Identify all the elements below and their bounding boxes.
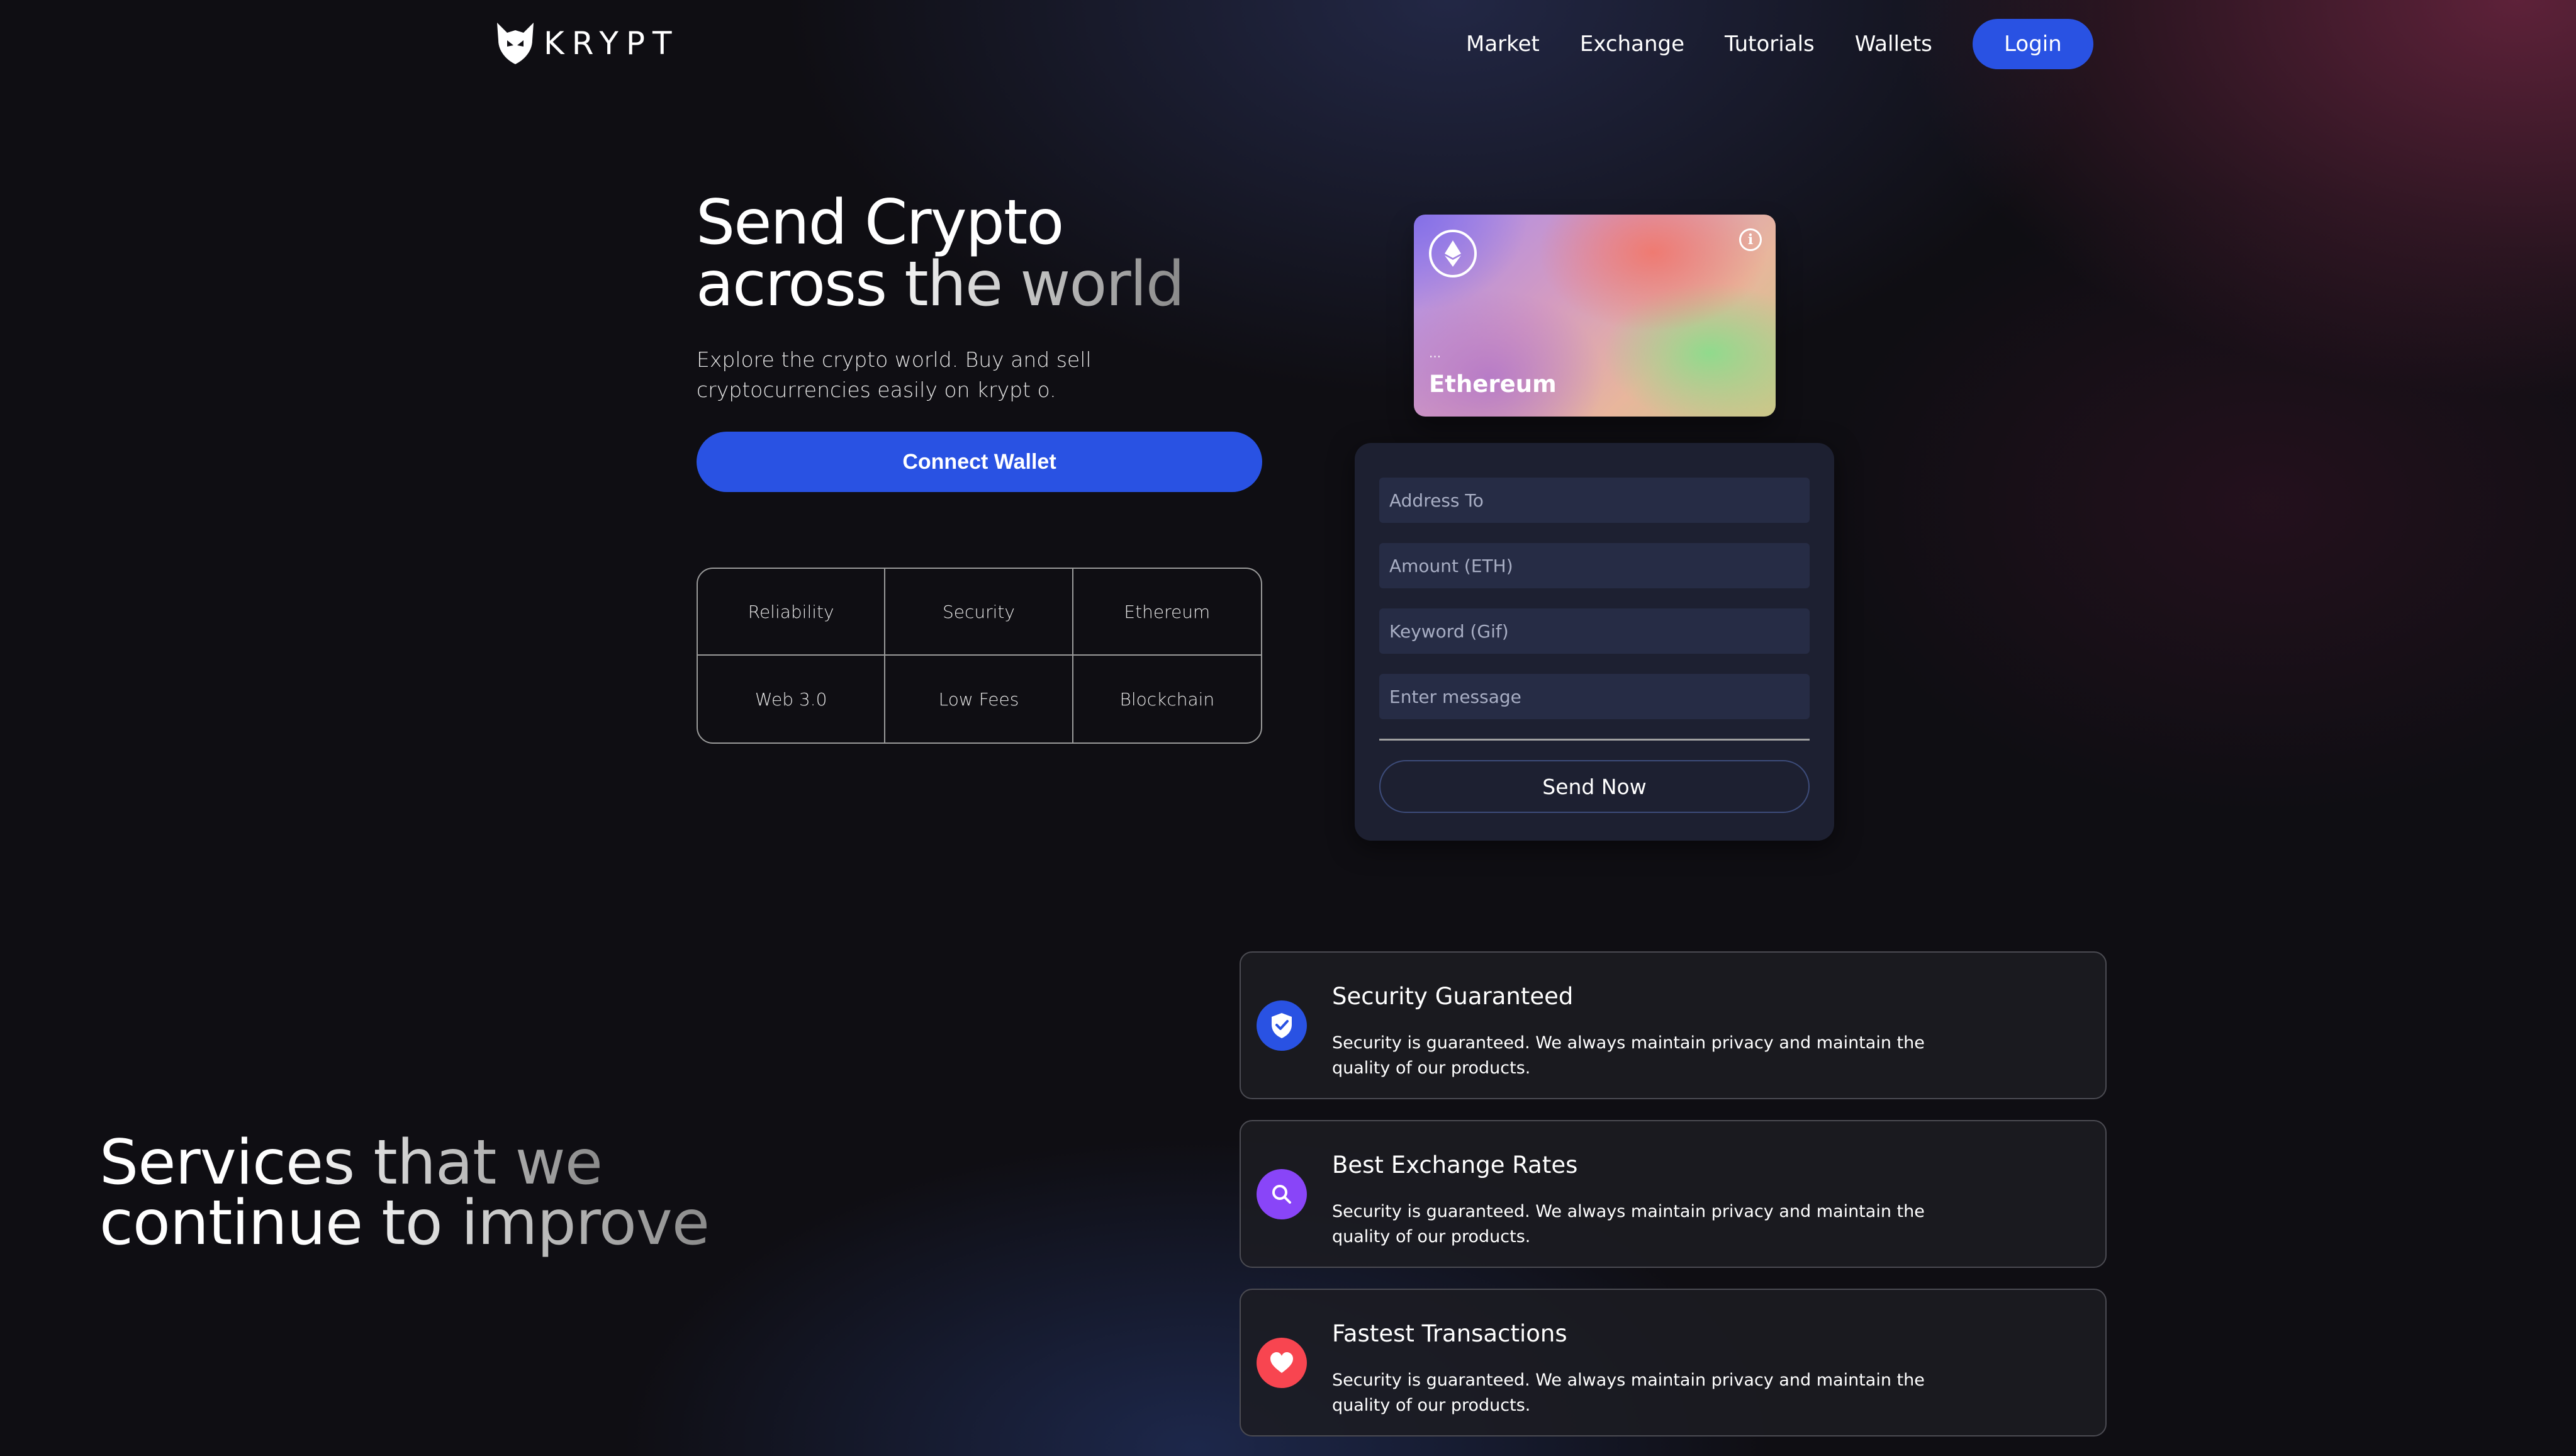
nav-link-exchange[interactable]: Exchange (1580, 31, 1684, 57)
feature-ethereum: Ethereum (1073, 569, 1261, 656)
nav-link-wallets[interactable]: Wallets (1855, 31, 1932, 57)
connect-wallet-button[interactable]: Connect Wallet (697, 432, 1262, 492)
krypt-fox-logo-icon (497, 23, 534, 64)
hero-title-line2-plain: across the (696, 249, 1021, 320)
service-title: Fastest Transactions (1332, 1320, 1567, 1347)
service-card-security: Security Guaranteed Security is guarante… (1240, 951, 2107, 1099)
service-card-exchange-rates: Best Exchange Rates Security is guarante… (1240, 1120, 2107, 1268)
send-now-button[interactable]: Send Now (1379, 760, 1810, 813)
login-button[interactable]: Login (1972, 19, 2093, 69)
feature-security: Security (885, 569, 1073, 656)
message-input[interactable] (1379, 674, 1810, 719)
service-description: Security is guaranteed. We always mainta… (1332, 1033, 1925, 1078)
heart-icon (1257, 1338, 1307, 1388)
ethereum-icon (1429, 230, 1477, 277)
krypt-logo[interactable]: KRYPT (495, 21, 680, 65)
feature-blockchain: Blockchain (1119, 688, 1215, 710)
service-card-fastest-transactions: Fastest Transactions Security is guarant… (1240, 1289, 2107, 1436)
hero-title-line2-fade: world (1020, 249, 1184, 320)
nav-link-market[interactable]: Market (1466, 31, 1540, 57)
service-description: Security is guaranteed. We always mainta… (1332, 1202, 1925, 1246)
services-title: Services that we continue to improve (99, 1133, 709, 1253)
service-title: Security Guaranteed (1332, 983, 1574, 1010)
form-divider (1379, 739, 1810, 741)
feature-grid: Reliability Security Ethereum Web 3.0 Lo… (697, 568, 1262, 744)
hero-title: Send Crypto across the world (696, 192, 1184, 315)
hero-title-line1: Send Crypto (696, 187, 1064, 259)
address-to-input[interactable] (1379, 478, 1810, 523)
ethereum-card: i ... Ethereum (1414, 215, 1776, 417)
feature-low-fees: Low Fees (885, 656, 1073, 742)
search-icon (1257, 1169, 1307, 1219)
brand-name: KRYPT (544, 25, 680, 62)
services-title-line2-plain: continue to (99, 1187, 461, 1259)
wallet-address: ... (1429, 345, 1442, 361)
feature-reliability: Reliability (698, 569, 886, 656)
feature-web3: Web 3.0 (698, 656, 886, 742)
send-form: Send Now (1355, 443, 1834, 841)
nav-link-tutorials[interactable]: Tutorials (1725, 31, 1815, 57)
service-title: Best Exchange Rates (1332, 1151, 1578, 1179)
navbar: KRYPT Market Exchange Tutorials Wallets … (0, 0, 2576, 88)
shield-check-icon (1257, 1000, 1307, 1051)
amount-input[interactable] (1379, 543, 1810, 588)
services-title-line2: continue to improve (99, 1187, 709, 1259)
hero-title-line2: across the world (696, 249, 1184, 320)
keyword-input[interactable] (1379, 608, 1810, 654)
service-description: Security is guaranteed. We always mainta… (1332, 1370, 1925, 1415)
nav-links: Market Exchange Tutorials Wallets Login (1466, 19, 2093, 69)
card-network-label: Ethereum (1429, 371, 1557, 398)
services-title-line2-fade: improve (461, 1187, 710, 1259)
info-icon[interactable]: i (1739, 228, 1762, 251)
hero-subtitle: Explore the crypto world. Buy and sell c… (697, 347, 1092, 402)
